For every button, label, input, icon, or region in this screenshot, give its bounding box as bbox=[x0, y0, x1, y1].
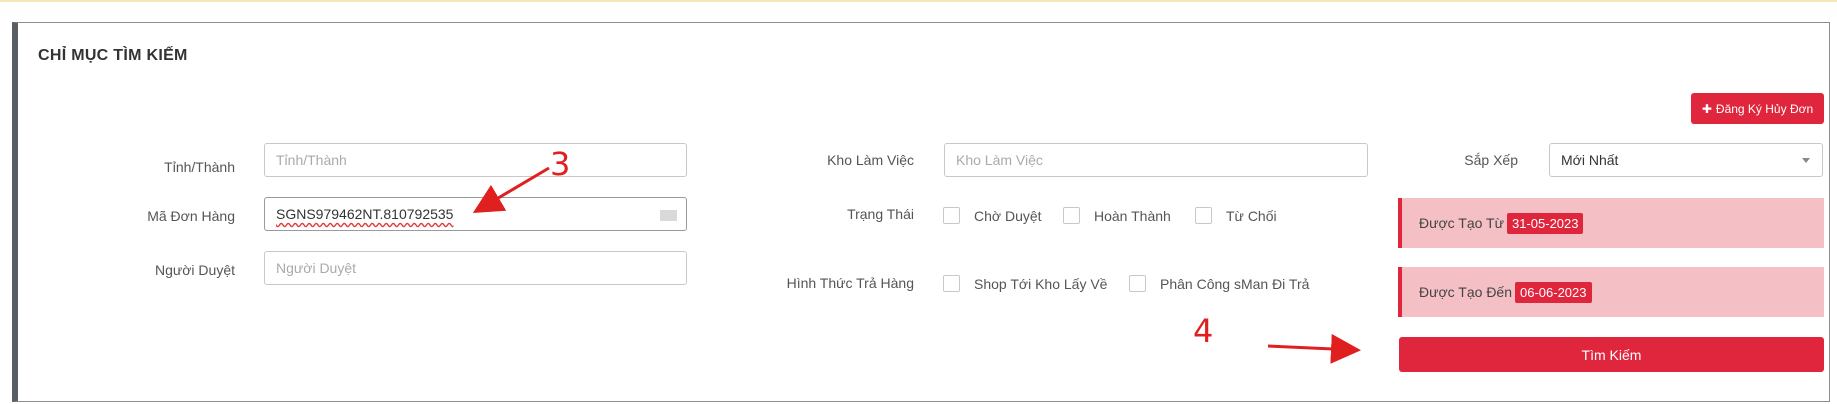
arrow-to-order-code bbox=[472, 166, 550, 214]
arrow-to-search-button bbox=[1267, 333, 1361, 364]
annotation-arrows bbox=[472, 166, 1361, 364]
